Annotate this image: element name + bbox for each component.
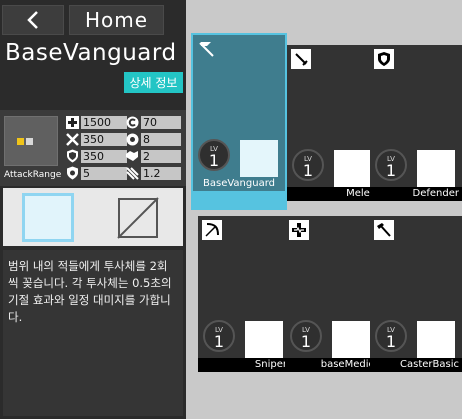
stat-block: 8: [124, 132, 181, 146]
stat-speed-value: 1.2: [141, 166, 181, 180]
cost-icon: [124, 115, 140, 129]
unit-card-name: Sniper: [198, 358, 290, 372]
stat-atk-value: 350: [81, 132, 127, 146]
unit-card-name: CasterBasic: [370, 358, 462, 372]
back-button[interactable]: [2, 5, 64, 35]
stat-def-value: 350: [81, 149, 127, 163]
flag-icon: [197, 39, 217, 59]
level-badge: LV 1: [292, 149, 324, 181]
level-value: 1: [385, 332, 397, 351]
stat-speed: 1.2: [124, 166, 181, 180]
range-origin-tile: [17, 138, 24, 145]
shield-icon: [64, 149, 80, 163]
stat-atk: 350: [64, 132, 127, 146]
level-value: 1: [208, 151, 220, 170]
crossed-swords-icon: [64, 132, 80, 146]
unit-card-name: Melee: [287, 187, 379, 201]
unit-portrait: [245, 321, 283, 359]
unit-card-defender[interactable]: LV 1 Defender: [370, 45, 462, 201]
block-icon: [124, 132, 140, 146]
unit-portrait: [417, 321, 455, 359]
stat-hp-value: 1500: [81, 115, 127, 129]
stat-def: 350: [64, 149, 127, 163]
stat-res: 5: [64, 166, 127, 180]
unit-portrait: [417, 150, 455, 188]
unit-card-basevanguard[interactable]: LV 1 BaseVanguard: [193, 35, 285, 191]
detail-info-button[interactable]: 상세 정보: [124, 72, 183, 93]
unit-card-basemedic[interactable]: LV 1 baseMedic: [285, 216, 377, 372]
unit-card-casterbasic[interactable]: LV 1 CasterBasic: [370, 216, 462, 372]
unit-name: BaseVanguard: [5, 40, 177, 66]
level-badge: LV 1: [375, 149, 407, 181]
level-badge: LV 1: [198, 139, 230, 171]
level-value: 1: [300, 332, 312, 351]
skill-slot-active[interactable]: [22, 193, 74, 242]
attack-range-grid: [4, 116, 58, 166]
staff-icon: [374, 220, 394, 240]
stat-res-value: 5: [81, 166, 127, 180]
handshake-icon: [124, 149, 140, 163]
level-badge: LV 1: [375, 320, 407, 352]
magic-shield-icon: [64, 166, 80, 180]
bow-icon: [202, 220, 222, 240]
stat-redeploy: 2: [124, 149, 181, 163]
stat-block-value: 8: [141, 132, 181, 146]
unit-portrait: [240, 140, 278, 178]
unit-description: 범위 내의 적들에게 투사체를 2회씩 꽂습니다. 각 투사체는 0.5초의 기…: [3, 250, 183, 416]
hp-plus-icon: [64, 115, 80, 129]
level-value: 1: [213, 332, 225, 351]
attack-range-label: AttackRange: [4, 170, 62, 180]
chevron-left-icon: [27, 11, 38, 29]
home-button[interactable]: Home: [69, 5, 164, 35]
range-tile: [26, 138, 33, 145]
stat-redeploy-value: 2: [141, 149, 181, 163]
stat-cost-value: 70: [141, 115, 181, 129]
unit-portrait: [334, 150, 372, 188]
sword-icon: [291, 49, 311, 69]
empty-slot-icon[interactable]: [117, 197, 159, 239]
level-value: 1: [385, 161, 397, 180]
unit-card-name: BaseVanguard: [193, 177, 285, 191]
level-value: 1: [302, 161, 314, 180]
shield-icon: [374, 49, 394, 69]
unit-card-melee[interactable]: LV 1 Melee: [287, 45, 379, 201]
unit-card-name: baseMedic: [285, 358, 377, 372]
stat-cost: 70: [124, 115, 181, 129]
medic-cross-icon: [289, 220, 309, 240]
unit-info-panel: Home BaseVanguard 상세 정보 AttackRange 1500…: [0, 0, 186, 419]
unit-portrait: [332, 321, 370, 359]
level-badge: LV 1: [290, 320, 322, 352]
attack-speed-icon: [124, 166, 140, 180]
level-badge: LV 1: [203, 320, 235, 352]
unit-card-name: Defender: [370, 187, 462, 201]
unit-card-sniper[interactable]: LV 1 Sniper: [198, 216, 290, 372]
stat-hp: 1500: [64, 115, 127, 129]
